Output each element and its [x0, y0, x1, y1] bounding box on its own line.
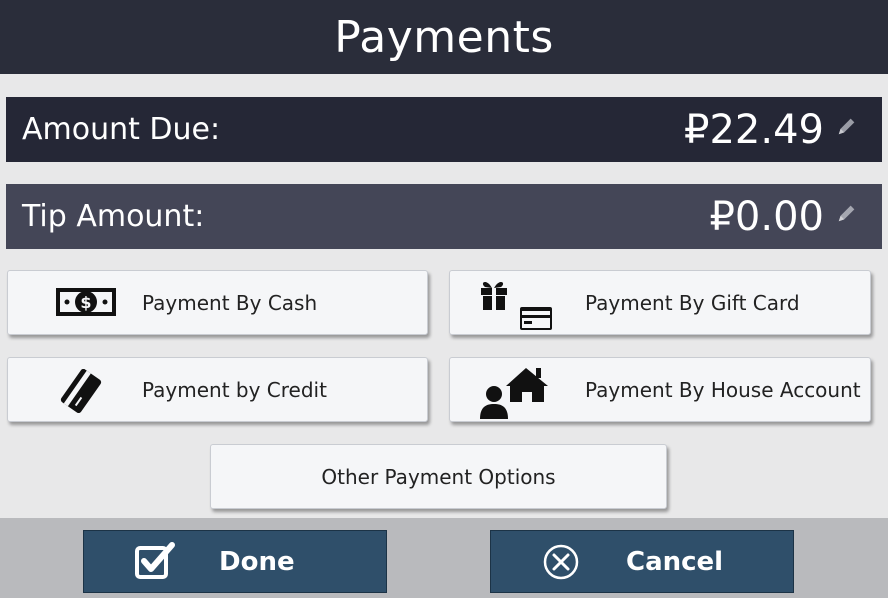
tip-amount-value: ₽0.00	[709, 193, 824, 240]
other-payment-options-button[interactable]: Other Payment Options	[210, 444, 667, 509]
payment-house-account-button[interactable]: Payment By House Account	[449, 357, 871, 422]
header-bar: Payments	[0, 0, 888, 74]
amount-due-value-group: ₽22.49	[684, 107, 858, 153]
payment-gift-card-button[interactable]: Payment By Gift Card	[449, 270, 871, 335]
circle-x-icon	[543, 544, 579, 580]
pencil-icon[interactable]	[836, 115, 858, 137]
payment-cash-label: Payment By Cash	[142, 290, 318, 315]
cancel-label: Cancel	[626, 546, 724, 577]
cancel-button[interactable]: Cancel	[490, 530, 794, 593]
payment-gift-card-label: Payment By Gift Card	[585, 290, 800, 315]
payment-credit-button[interactable]: Payment by Credit	[7, 357, 428, 422]
payment-cash-button[interactable]: $ Payment By Cash	[7, 270, 428, 335]
done-button[interactable]: Done	[83, 530, 387, 593]
other-payment-options-label: Other Payment Options	[321, 464, 556, 489]
tip-amount-value-group: ₽0.00	[709, 194, 858, 240]
checkbox-check-icon	[134, 541, 176, 581]
amount-due-row[interactable]: Amount Due: ₽22.49	[6, 97, 882, 162]
amount-due-value: ₽22.49	[684, 106, 824, 153]
pencil-icon[interactable]	[836, 202, 858, 224]
payment-house-account-label: Payment By House Account	[585, 377, 861, 402]
amount-due-label: Amount Due:	[22, 112, 221, 147]
tip-amount-label: Tip Amount:	[22, 199, 205, 234]
page-title: Payments	[334, 11, 554, 63]
house-account-icon	[478, 362, 550, 420]
cash-icon: $	[55, 285, 117, 319]
gift-card-icon	[478, 277, 558, 331]
tip-amount-row[interactable]: Tip Amount: ₽0.00	[6, 184, 882, 249]
done-label: Done	[219, 546, 295, 577]
svg-text:$: $	[80, 293, 91, 312]
payment-credit-label: Payment by Credit	[142, 377, 327, 402]
credit-card-icon	[58, 369, 104, 413]
